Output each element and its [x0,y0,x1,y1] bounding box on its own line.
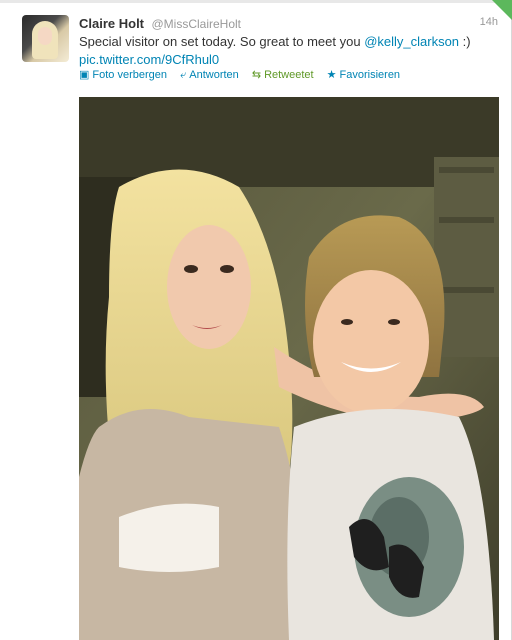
tweet-card: Claire Holt @MissClaireHolt 14h Special … [0,0,512,640]
tweet-text: Special visitor on set today. So great t… [79,33,499,69]
favorite-label: Favorisieren [339,69,401,81]
reply-button[interactable]: ⤶ Antworten [180,69,239,82]
tweet-actions: ▣ Foto verbergen ⤶ Antworten ⇆ Retweetet ★ F… [79,68,410,84]
top-divider [0,0,512,3]
tweet-photo[interactable] [79,97,499,640]
avatar[interactable] [22,15,69,62]
tweet-timestamp[interactable]: 14h [480,16,498,28]
avatar-face-shape [38,27,52,45]
star-icon: ★ [326,69,337,81]
retweet-button[interactable]: ⇆ Retweetet [252,68,314,81]
tweet-text-suffix: :) [459,34,471,49]
mention-link[interactable]: @kelly_clarkson [364,34,459,49]
hide-photo-button[interactable]: ▣ Foto verbergen [79,68,167,81]
tweet-text-main: Special visitor on set today. So great t… [79,34,365,49]
favorite-button[interactable]: ★ Favorisieren [327,68,400,81]
reply-arrow-icon: ⤶ [180,69,187,81]
tweet-photo-image [79,97,499,640]
hide-photo-label: Foto verbergen [92,69,168,81]
retweet-label: Retweetet [264,69,314,81]
photo-icon: ▣ [79,69,90,81]
reply-label: Antworten [189,69,239,81]
author-handle[interactable]: @MissClaireHolt [151,17,241,31]
author-name[interactable]: Claire Holt [79,16,144,31]
retweet-icon: ⇆ [251,69,262,81]
tweet-header: Claire Holt @MissClaireHolt [79,15,499,31]
photo-link[interactable]: pic.twitter.com/9CfRhul0 [79,52,219,67]
